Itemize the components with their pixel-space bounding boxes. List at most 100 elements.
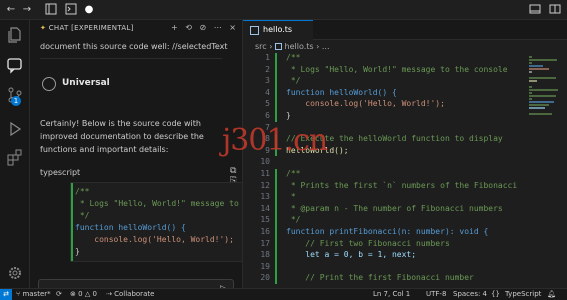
watermark: j301.cn — [222, 123, 328, 158]
breadcrumb-more[interactable]: ... — [322, 42, 330, 51]
minimap[interactable] — [527, 52, 561, 288]
error-icon: ⊗ — [70, 290, 76, 298]
language-mode[interactable]: TypeScript — [505, 290, 541, 298]
diff-added-marker — [275, 169, 277, 284]
code-line: console.log('Hello, World!'); — [75, 235, 234, 244]
code-line: */ — [286, 76, 301, 86]
code-line: * — [286, 192, 296, 202]
bot-name: Universal — [62, 78, 110, 88]
file-icon — [250, 26, 259, 35]
code-line: function helloWorld() { — [75, 223, 186, 232]
layout-icon[interactable] — [528, 3, 542, 17]
remote-icon[interactable]: ⇄ — [0, 289, 12, 300]
minimap-line — [529, 113, 553, 115]
minimap-line — [529, 101, 555, 103]
line-number: 12 — [260, 180, 270, 190]
collaborate-status[interactable]: ⇢ Collaborate — [106, 290, 154, 298]
minimap-line — [529, 86, 532, 88]
tab-label: hello.ts — [263, 25, 293, 34]
minimap-line — [529, 80, 537, 82]
line-number: 17 — [260, 238, 270, 248]
close-icon[interactable]: × — [229, 23, 236, 32]
code-line: /** — [286, 53, 301, 62]
activity-bar: 1 — [0, 20, 30, 288]
code-line: function printFibonacci(n: number): void… — [286, 227, 489, 236]
code-line: * Logs "Hello, World!" message to — [75, 199, 239, 208]
chat-toolbar: + ⟲ ⊘ ⋯ × — [166, 23, 236, 32]
minimap-line — [529, 89, 558, 91]
line-number: 5 — [265, 99, 270, 109]
forward-arrow-icon[interactable]: → — [20, 3, 34, 17]
line-number: 4 — [265, 87, 270, 97]
chat-panel: ✦ CHAT [EXPERIMENTAL] + ⟲ ⊘ ⋯ × document… — [30, 20, 243, 288]
line-number: 19 — [260, 261, 270, 271]
line-number: 15 — [260, 215, 270, 225]
breadcrumb-folder[interactable]: src — [255, 42, 267, 51]
chat-icon[interactable] — [6, 56, 24, 74]
minimap-line — [529, 56, 532, 58]
minimap-line — [529, 62, 532, 64]
history-icon[interactable]: ⟲ — [185, 23, 192, 32]
back-arrow-icon[interactable]: ← — [4, 3, 18, 17]
more-icon[interactable]: ⋯ — [214, 23, 222, 32]
minimap-line — [529, 104, 550, 106]
sparkle-icon: ✦ — [40, 24, 47, 32]
divider — [40, 58, 222, 59]
code-language: typescript — [40, 168, 81, 177]
line-number: 14 — [260, 203, 270, 213]
code-block: /** * Logs "Hello, World!" message to */… — [70, 182, 242, 262]
clear-icon[interactable]: ⊘ — [200, 23, 207, 32]
extensions-icon[interactable] — [6, 148, 24, 166]
code-line: /** — [286, 169, 301, 178]
minimap-line — [529, 65, 543, 67]
minimap-line — [529, 95, 556, 97]
settings-gear-icon[interactable] — [6, 264, 24, 282]
minimap-line — [529, 71, 532, 73]
code-line: * Prints the first `n` numbers of the Fi… — [286, 180, 518, 190]
problems-status[interactable]: ⊗ 0 △ 0 — [70, 290, 97, 298]
warning-icon: △ — [84, 290, 91, 298]
copy-icon[interactable]: ⧉ — [230, 166, 236, 176]
breadcrumb: src › hello.ts › ... — [255, 42, 330, 51]
indent-status[interactable]: Spaces: 4 — [453, 290, 487, 298]
notifications-bell-icon[interactable]: 🔔︎ — [547, 290, 556, 298]
line-number: 3 — [265, 76, 270, 86]
code-line: /** — [75, 187, 90, 196]
lightbulb-icon[interactable]: ● — [82, 3, 96, 17]
tab-hello-ts[interactable]: hello.ts — [243, 20, 313, 40]
accounts-icon[interactable] — [548, 3, 562, 17]
encoding-status[interactable]: UTF-8 — [426, 290, 446, 298]
new-chat-icon[interactable]: + — [171, 23, 178, 32]
breadcrumb-file[interactable]: hello.ts — [285, 42, 314, 51]
cursor-position[interactable]: Ln 7, Col 1 — [373, 290, 410, 298]
explorer-icon[interactable] — [6, 26, 24, 44]
sync-icon[interactable]: ⟳ — [56, 290, 62, 298]
code-line: // First two Fibonacci numbers — [286, 238, 450, 248]
minimap-line — [529, 98, 532, 100]
minimap-line — [529, 59, 557, 61]
language-braces[interactable]: {} — [491, 290, 500, 298]
chat-input-box: ▷ — [38, 279, 234, 288]
run-debug-icon[interactable] — [6, 120, 24, 138]
chat-header: ✦ CHAT [EXPERIMENTAL] — [40, 24, 134, 32]
line-number: 10 — [260, 157, 270, 167]
line-number: 13 — [260, 192, 270, 202]
bot-response: Certainly! Below is the source code with… — [40, 119, 204, 154]
extensions-badge: 1 — [11, 96, 21, 106]
editor-tabs: hello.ts — [243, 20, 567, 40]
code-line: * @param n - The number of Fibonacci num… — [286, 203, 503, 213]
user-message: document this source code well: //select… — [40, 42, 228, 51]
bot-avatar — [42, 77, 56, 91]
line-number: 6 — [265, 111, 270, 120]
code-line: // Print the first Fibonacci number — [286, 273, 474, 283]
code-line: function helloWorld() { — [286, 87, 397, 97]
toggle-sidebar-icon[interactable] — [44, 3, 58, 17]
branch-icon: ⑂ — [16, 290, 21, 298]
line-number: 16 — [260, 227, 270, 236]
code-line: console.log('Hello, World!'); — [286, 99, 445, 109]
minimap-line — [529, 68, 549, 70]
toggle-terminal-icon[interactable] — [64, 3, 78, 17]
line-number: 18 — [260, 250, 270, 260]
branch-status[interactable]: ⑂ master* — [16, 290, 51, 298]
code-line: } — [286, 111, 291, 120]
